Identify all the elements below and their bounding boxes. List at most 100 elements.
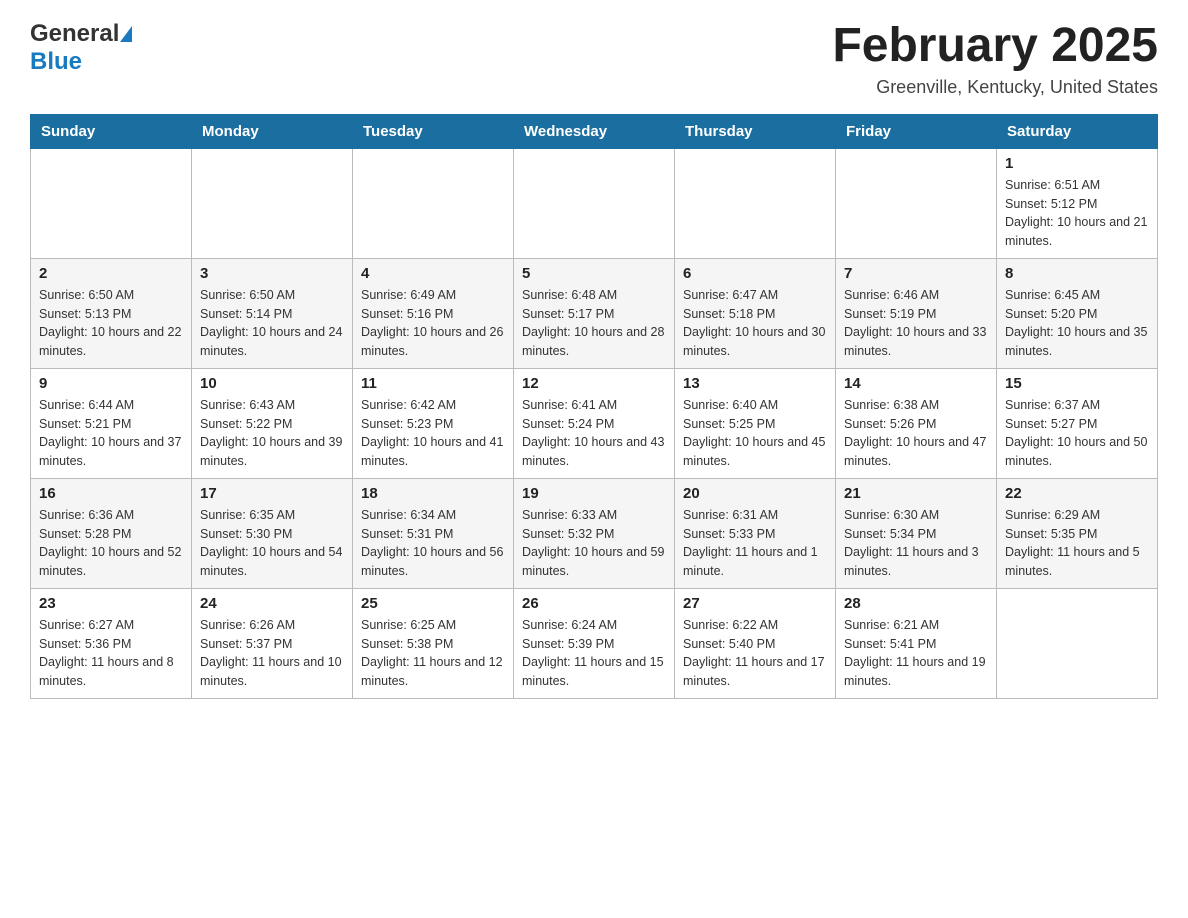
- day-number: 10: [200, 375, 344, 392]
- calendar-cell: 26 Sunrise: 6:24 AM Sunset: 5:39 PM Dayli…: [514, 588, 675, 698]
- calendar-cell: 16 Sunrise: 6:36 AM Sunset: 5:28 PM Dayli…: [31, 478, 192, 588]
- day-info: Sunrise: 6:40 AM Sunset: 5:25 PM Dayligh…: [683, 396, 827, 471]
- day-info: Sunrise: 6:30 AM Sunset: 5:34 PM Dayligh…: [844, 506, 988, 581]
- day-info: Sunrise: 6:41 AM Sunset: 5:24 PM Dayligh…: [522, 396, 666, 471]
- calendar-title: February 2025: [832, 20, 1158, 73]
- day-info: Sunrise: 6:50 AM Sunset: 5:14 PM Dayligh…: [200, 286, 344, 361]
- day-number: 18: [361, 485, 505, 502]
- calendar-cell: 1 Sunrise: 6:51 AM Sunset: 5:12 PM Daylig…: [997, 148, 1158, 258]
- day-number: 11: [361, 375, 505, 392]
- calendar-cell: 17 Sunrise: 6:35 AM Sunset: 5:30 PM Dayli…: [192, 478, 353, 588]
- day-number: 1: [1005, 155, 1149, 172]
- week-row-2: 2 Sunrise: 6:50 AM Sunset: 5:13 PM Daylig…: [31, 258, 1158, 368]
- day-number: 7: [844, 265, 988, 282]
- calendar-cell: 18 Sunrise: 6:34 AM Sunset: 5:31 PM Dayli…: [353, 478, 514, 588]
- day-info: Sunrise: 6:49 AM Sunset: 5:16 PM Dayligh…: [361, 286, 505, 361]
- day-number: 26: [522, 595, 666, 612]
- day-info: Sunrise: 6:48 AM Sunset: 5:17 PM Dayligh…: [522, 286, 666, 361]
- calendar-cell: 21Sunrise: 6:30 AM Sunset: 5:34 PM Dayli…: [836, 478, 997, 588]
- header-wednesday: Wednesday: [514, 114, 675, 148]
- day-info: Sunrise: 6:44 AM Sunset: 5:21 PM Dayligh…: [39, 396, 183, 471]
- day-number: 4: [361, 265, 505, 282]
- calendar-cell: 23 Sunrise: 6:27 AM Sunset: 5:36 PM Dayli…: [31, 588, 192, 698]
- day-info: Sunrise: 6:25 AM Sunset: 5:38 PM Dayligh…: [361, 616, 505, 691]
- calendar-cell: 11 Sunrise: 6:42 AM Sunset: 5:23 PM Dayli…: [353, 368, 514, 478]
- day-number: 23: [39, 595, 183, 612]
- day-info: Sunrise: 6:50 AM Sunset: 5:13 PM Dayligh…: [39, 286, 183, 361]
- day-number: 12: [522, 375, 666, 392]
- day-number: 14: [844, 375, 988, 392]
- calendar-cell: [997, 588, 1158, 698]
- calendar-cell: 9 Sunrise: 6:44 AM Sunset: 5:21 PM Daylig…: [31, 368, 192, 478]
- day-info: Sunrise: 6:31 AM Sunset: 5:33 PM Dayligh…: [683, 506, 827, 581]
- calendar-cell: 5 Sunrise: 6:48 AM Sunset: 5:17 PM Daylig…: [514, 258, 675, 368]
- day-number: 20: [683, 485, 827, 502]
- day-info: Sunrise: 6:36 AM Sunset: 5:28 PM Dayligh…: [39, 506, 183, 581]
- calendar-cell: 13 Sunrise: 6:40 AM Sunset: 5:25 PM Dayli…: [675, 368, 836, 478]
- logo-general-text: General: [30, 20, 119, 48]
- calendar-cell: [353, 148, 514, 258]
- calendar-cell: 12 Sunrise: 6:41 AM Sunset: 5:24 PM Dayli…: [514, 368, 675, 478]
- day-number: 3: [200, 265, 344, 282]
- calendar-cell: [192, 148, 353, 258]
- day-info: Sunrise: 6:38 AM Sunset: 5:26 PM Dayligh…: [844, 396, 988, 471]
- week-row-5: 23 Sunrise: 6:27 AM Sunset: 5:36 PM Dayli…: [31, 588, 1158, 698]
- days-header-row: Sunday Monday Tuesday Wednesday Thursday…: [31, 114, 1158, 148]
- calendar-cell: 22 Sunrise: 6:29 AM Sunset: 5:35 PM Dayli…: [997, 478, 1158, 588]
- day-info: Sunrise: 6:27 AM Sunset: 5:36 PM Dayligh…: [39, 616, 183, 691]
- calendar-cell: 3 Sunrise: 6:50 AM Sunset: 5:14 PM Daylig…: [192, 258, 353, 368]
- calendar-cell: 15 Sunrise: 6:37 AM Sunset: 5:27 PM Dayli…: [997, 368, 1158, 478]
- day-info: Sunrise: 6:46 AM Sunset: 5:19 PM Dayligh…: [844, 286, 988, 361]
- calendar-cell: 27 Sunrise: 6:22 AM Sunset: 5:40 PM Dayli…: [675, 588, 836, 698]
- header-friday: Friday: [836, 114, 997, 148]
- day-number: 5: [522, 265, 666, 282]
- calendar-cell: 4 Sunrise: 6:49 AM Sunset: 5:16 PM Daylig…: [353, 258, 514, 368]
- page-header: General Blue February 2025 Greenville, K…: [30, 20, 1158, 98]
- calendar-cell: 14 Sunrise: 6:38 AM Sunset: 5:26 PM Dayli…: [836, 368, 997, 478]
- calendar-cell: 6Sunrise: 6:47 AM Sunset: 5:18 PM Daylig…: [675, 258, 836, 368]
- title-section: February 2025 Greenville, Kentucky, Unit…: [832, 20, 1158, 98]
- day-number: 8: [1005, 265, 1149, 282]
- calendar-cell: [675, 148, 836, 258]
- calendar-table: Sunday Monday Tuesday Wednesday Thursday…: [30, 114, 1158, 699]
- day-info: Sunrise: 6:45 AM Sunset: 5:20 PM Dayligh…: [1005, 286, 1149, 361]
- day-info: Sunrise: 6:29 AM Sunset: 5:35 PM Dayligh…: [1005, 506, 1149, 581]
- location-subtitle: Greenville, Kentucky, United States: [832, 77, 1158, 98]
- calendar-cell: 28Sunrise: 6:21 AM Sunset: 5:41 PM Dayli…: [836, 588, 997, 698]
- day-info: Sunrise: 6:26 AM Sunset: 5:37 PM Dayligh…: [200, 616, 344, 691]
- day-number: 25: [361, 595, 505, 612]
- calendar-cell: 20 Sunrise: 6:31 AM Sunset: 5:33 PM Dayli…: [675, 478, 836, 588]
- day-number: 28: [844, 595, 988, 612]
- calendar-cell: 2 Sunrise: 6:50 AM Sunset: 5:13 PM Daylig…: [31, 258, 192, 368]
- calendar-cell: 7 Sunrise: 6:46 AM Sunset: 5:19 PM Daylig…: [836, 258, 997, 368]
- day-number: 13: [683, 375, 827, 392]
- calendar-cell: 10 Sunrise: 6:43 AM Sunset: 5:22 PM Dayli…: [192, 368, 353, 478]
- day-number: 9: [39, 375, 183, 392]
- day-info: Sunrise: 6:33 AM Sunset: 5:32 PM Dayligh…: [522, 506, 666, 581]
- calendar-cell: [836, 148, 997, 258]
- calendar-cell: 19 Sunrise: 6:33 AM Sunset: 5:32 PM Dayli…: [514, 478, 675, 588]
- day-number: 17: [200, 485, 344, 502]
- logo-arrow-icon: [120, 26, 132, 42]
- day-info: Sunrise: 6:51 AM Sunset: 5:12 PM Dayligh…: [1005, 176, 1149, 251]
- day-number: 6: [683, 265, 827, 282]
- day-number: 22: [1005, 485, 1149, 502]
- day-info: Sunrise: 6:42 AM Sunset: 5:23 PM Dayligh…: [361, 396, 505, 471]
- day-number: 27: [683, 595, 827, 612]
- week-row-3: 9 Sunrise: 6:44 AM Sunset: 5:21 PM Daylig…: [31, 368, 1158, 478]
- day-number: 19: [522, 485, 666, 502]
- day-info: Sunrise: 6:34 AM Sunset: 5:31 PM Dayligh…: [361, 506, 505, 581]
- calendar-cell: [31, 148, 192, 258]
- day-number: 2: [39, 265, 183, 282]
- day-number: 15: [1005, 375, 1149, 392]
- header-sunday: Sunday: [31, 114, 192, 148]
- day-info: Sunrise: 6:24 AM Sunset: 5:39 PM Dayligh…: [522, 616, 666, 691]
- day-number: 16: [39, 485, 183, 502]
- calendar-cell: [514, 148, 675, 258]
- day-info: Sunrise: 6:37 AM Sunset: 5:27 PM Dayligh…: [1005, 396, 1149, 471]
- day-info: Sunrise: 6:35 AM Sunset: 5:30 PM Dayligh…: [200, 506, 344, 581]
- calendar-cell: 25 Sunrise: 6:25 AM Sunset: 5:38 PM Dayli…: [353, 588, 514, 698]
- day-info: Sunrise: 6:43 AM Sunset: 5:22 PM Dayligh…: [200, 396, 344, 471]
- day-info: Sunrise: 6:22 AM Sunset: 5:40 PM Dayligh…: [683, 616, 827, 691]
- logo-blue-text: Blue: [30, 48, 82, 75]
